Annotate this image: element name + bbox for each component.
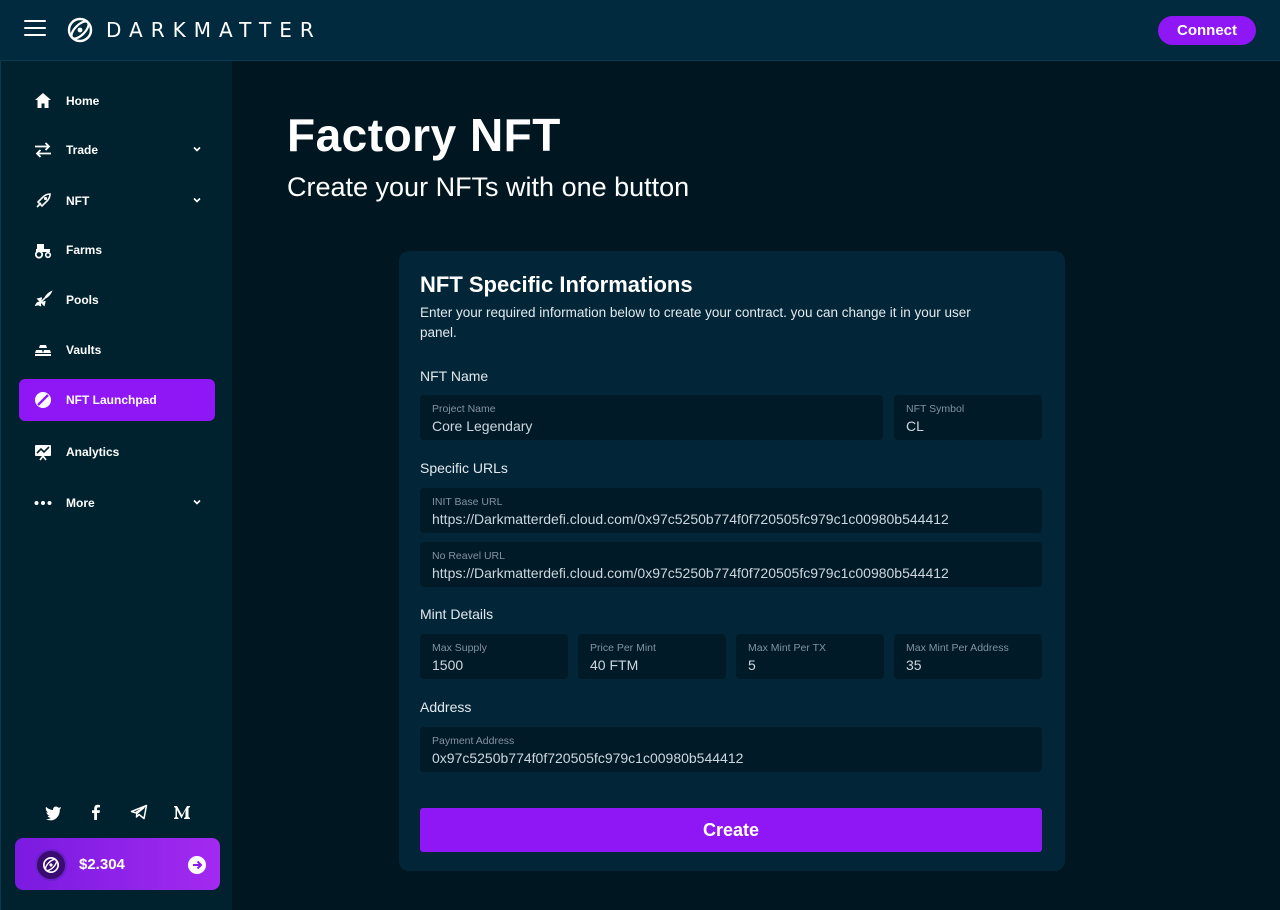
nft-symbol-field[interactable]: NFT Symbol CL xyxy=(894,395,1042,440)
sidebar-item-label: Analytics xyxy=(66,445,120,459)
token-price-card[interactable]: $2.304 xyxy=(15,838,220,890)
form-description: Enter your required information below to… xyxy=(420,305,971,340)
max-mint-per-tx-field[interactable]: Max Mint Per TX 5 xyxy=(736,634,884,679)
telegram-icon[interactable] xyxy=(129,802,149,822)
max-supply-field[interactable]: Max Supply 1500 xyxy=(420,634,568,679)
section-label-mint-details: Mint Details xyxy=(420,606,494,622)
sidebar-item-label: NFT Launchpad xyxy=(66,393,157,407)
field-value: 5 xyxy=(748,657,756,673)
payment-address-field[interactable]: Payment Address 0x97c5250b774f0f720505fc… xyxy=(420,727,1042,772)
form-title: NFT Specific Informations xyxy=(420,272,693,297)
twitter-icon[interactable] xyxy=(43,802,63,822)
sidebar-item-vaults[interactable]: Vaults xyxy=(19,329,215,371)
chevron-down-icon[interactable] xyxy=(191,496,203,508)
init-base-url-field[interactable]: INIT Base URL https://Darkmatterdefi.clo… xyxy=(420,488,1042,533)
gold-bars-icon xyxy=(35,345,51,356)
field-value: Core Legendary xyxy=(432,418,533,434)
sidebar-item-label: More xyxy=(66,496,95,510)
sidebar-item-analytics[interactable]: Analytics xyxy=(19,431,215,473)
sidebar-item-label: Home xyxy=(66,94,100,108)
sidebar-item-label: Trade xyxy=(66,143,99,157)
token-logo-icon xyxy=(35,849,67,881)
swap-arrows-icon xyxy=(35,142,51,158)
connect-button[interactable]: Connect xyxy=(1158,16,1256,45)
field-label: Project Name xyxy=(432,403,496,415)
more-dots-icon xyxy=(34,501,52,505)
no-reveal-url-field[interactable]: No Reavel URL https://Darkmatterdefi.clo… xyxy=(420,542,1042,587)
arrow-right-icon[interactable] xyxy=(188,856,206,874)
field-label: Price Per Mint xyxy=(590,642,656,654)
field-label: NFT Symbol xyxy=(906,403,965,415)
field-label: No Reavel URL xyxy=(432,550,505,562)
chevron-down-icon[interactable] xyxy=(191,194,203,206)
field-label: Max Supply xyxy=(432,642,487,654)
sidebar-item-label: NFT xyxy=(66,194,90,208)
field-value: CL xyxy=(906,418,924,434)
page-title: Factory NFT xyxy=(287,109,561,161)
sidebar: Home Trade NFT Farms Pools Vaults NFT La… xyxy=(0,61,232,910)
section-label-address: Address xyxy=(420,699,472,715)
facebook-icon[interactable] xyxy=(86,802,106,822)
field-label: INIT Base URL xyxy=(432,496,503,508)
launchpad-icon xyxy=(35,392,51,408)
sidebar-item-trade[interactable]: Trade xyxy=(19,129,215,171)
field-value: 35 xyxy=(906,657,922,673)
sidebar-item-home[interactable]: Home xyxy=(19,80,215,122)
rocket-icon xyxy=(34,290,53,307)
project-name-field[interactable]: Project Name Core Legendary xyxy=(420,395,883,440)
medium-icon[interactable] xyxy=(172,802,192,822)
sidebar-item-label: Vaults xyxy=(66,343,102,357)
create-button[interactable]: Create xyxy=(420,808,1042,852)
tractor-icon xyxy=(34,244,52,259)
sidebar-item-more[interactable]: More xyxy=(19,482,215,524)
section-label-specific-urls: Specific URLs xyxy=(420,460,508,476)
sidebar-item-farms[interactable]: Farms xyxy=(19,229,215,271)
sidebar-item-pools[interactable]: Pools xyxy=(19,279,215,321)
field-value: 1500 xyxy=(432,657,464,673)
field-value: 0x97c5250b774f0f720505fc979c1c00980b5444… xyxy=(432,750,744,766)
top-bar: DARKMATTER Connect xyxy=(0,0,1280,61)
home-icon xyxy=(35,93,51,108)
darkmatter-logo-icon xyxy=(67,17,93,43)
field-label: Max Mint Per TX xyxy=(748,642,826,654)
max-mint-per-address-field[interactable]: Max Mint Per Address 35 xyxy=(894,634,1042,679)
price-per-mint-field[interactable]: Price Per Mint 40 FTM xyxy=(578,634,726,679)
sidebar-item-nft-launchpad[interactable]: NFT Launchpad xyxy=(19,379,215,421)
sidebar-item-nft[interactable]: NFT xyxy=(19,180,215,222)
brand-name: DARKMATTER xyxy=(106,18,322,42)
page-subtitle: Create your NFTs with one button xyxy=(287,172,690,202)
chevron-down-icon[interactable] xyxy=(191,143,203,155)
field-value: https://Darkmatterdefi.cloud.com/0x97c52… xyxy=(432,511,949,527)
analytics-icon xyxy=(35,445,51,461)
sidebar-item-label: Farms xyxy=(66,243,103,257)
field-label: Payment Address xyxy=(432,735,515,747)
field-value: 40 FTM xyxy=(590,657,639,673)
nft-form-card: NFT Specific Informations Enter your req… xyxy=(399,251,1065,871)
field-label: Max Mint Per Address xyxy=(906,642,1009,654)
menu-icon[interactable] xyxy=(24,20,46,38)
section-label-nft-name: NFT Name xyxy=(420,368,489,384)
token-price: $2.304 xyxy=(79,856,125,873)
sidebar-item-label: Pools xyxy=(66,293,99,307)
social-links xyxy=(43,802,193,822)
field-value: https://Darkmatterdefi.cloud.com/0x97c52… xyxy=(432,565,949,581)
nft-icon xyxy=(36,193,51,208)
